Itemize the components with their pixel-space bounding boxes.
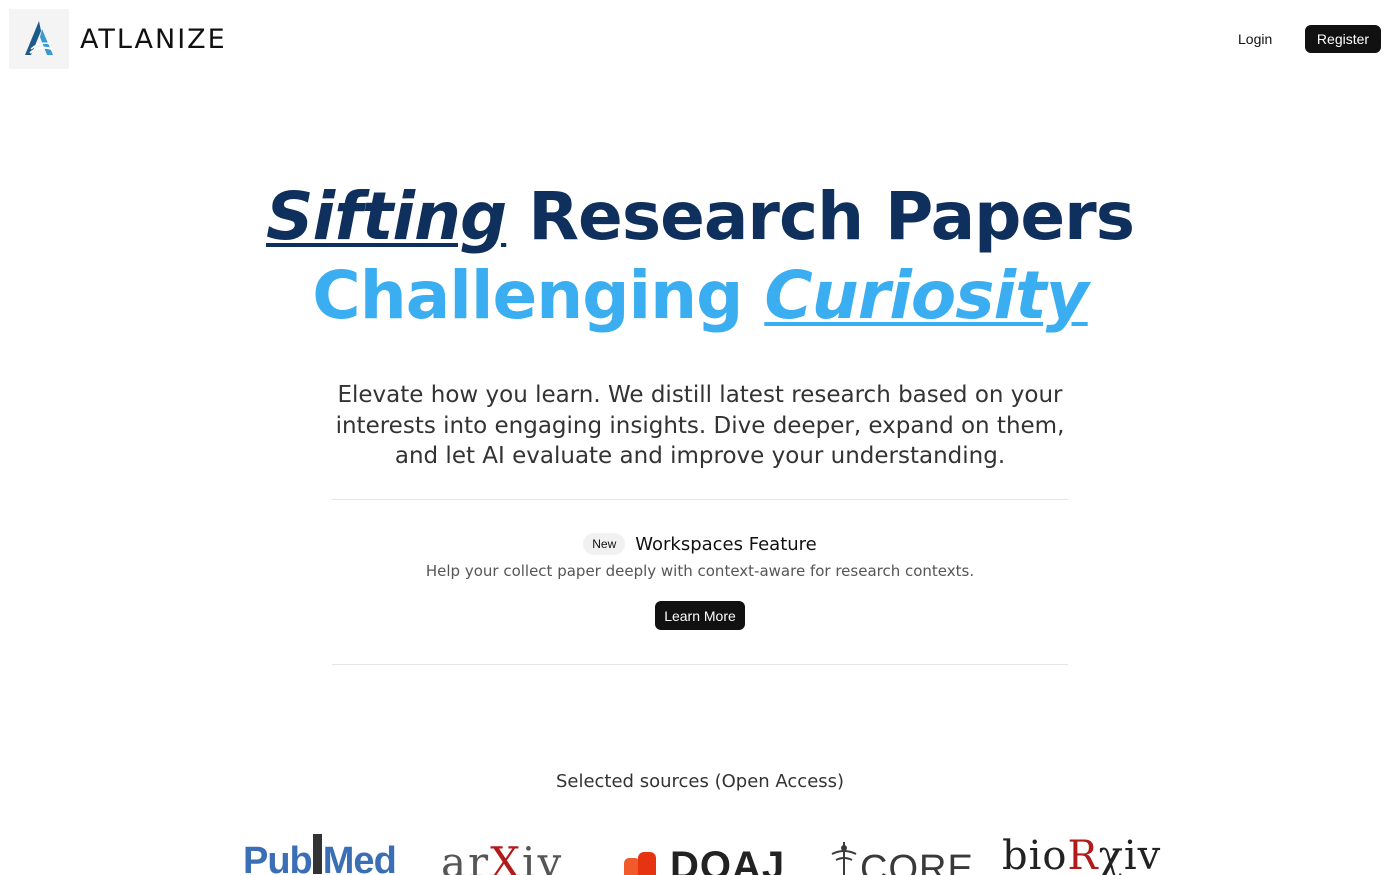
doaj-logo-text: DOAJ (670, 844, 786, 875)
brand-logo-link[interactable]: ATLANIZE (9, 9, 227, 69)
atlanize-logo-icon (9, 9, 69, 69)
feature-announcement: New Workspaces Feature (0, 533, 1400, 555)
hero-headline-line1: Sifting Research Papers (0, 178, 1400, 255)
feature-description: Help your collect paper deeply with cont… (425, 562, 975, 580)
core-logo[interactable]: CORE (828, 840, 974, 875)
divider-bottom (332, 664, 1068, 665)
biorxiv-logo-text-xiv: χiv (1098, 833, 1162, 875)
core-tower-icon (831, 842, 857, 875)
hero-headline-line2: Challenging Curiosity (0, 257, 1400, 334)
biorxiv-logo-text-bio: bio (1002, 833, 1068, 875)
hero-emphasis-sifting: Sifting (265, 178, 507, 255)
doaj-mark-icon (622, 850, 662, 875)
pubmed-logo-text-med: Med (322, 840, 397, 875)
hero-subtitle: Elevate how you learn. We distill latest… (335, 382, 1065, 469)
core-logo-text: CORE (860, 848, 974, 875)
sources-label: Selected sources (Open Access) (555, 771, 845, 792)
pubmed-bar-icon (312, 834, 322, 874)
arxiv-logo[interactable]: arXiv (441, 838, 563, 875)
learn-more-button[interactable]: Learn More (655, 601, 745, 630)
divider-top (332, 499, 1068, 500)
hero-text-challenging: Challenging (312, 257, 743, 334)
doaj-logo[interactable]: DOAJ (622, 844, 785, 875)
arxiv-logo-text-ar: ar (441, 838, 491, 875)
brand-name: ATLANIZE (80, 23, 227, 55)
biorxiv-logo[interactable]: bioRχiv (1002, 833, 1161, 875)
pubmed-logo-text-pub: Pub (243, 840, 313, 875)
feature-title: Workspaces Feature (635, 533, 817, 555)
pubmed-logo[interactable]: Pub Med (243, 834, 397, 875)
login-button[interactable]: Login (1228, 26, 1282, 52)
register-button[interactable]: Register (1305, 25, 1381, 53)
new-badge: New (583, 533, 626, 555)
arxiv-logo-text-iv: iv (522, 838, 564, 875)
site-header: ATLANIZE Login Register (0, 0, 1400, 78)
arxiv-logo-text-x: X (490, 838, 523, 875)
biorxiv-logo-text-r: R (1067, 833, 1099, 875)
sources-logos: Pub Med arXiv DOAJ CORE bioRχiv (0, 828, 1400, 875)
hero-text-research-papers: Research Papers (528, 178, 1135, 255)
hero-emphasis-curiosity: Curiosity (764, 257, 1088, 334)
